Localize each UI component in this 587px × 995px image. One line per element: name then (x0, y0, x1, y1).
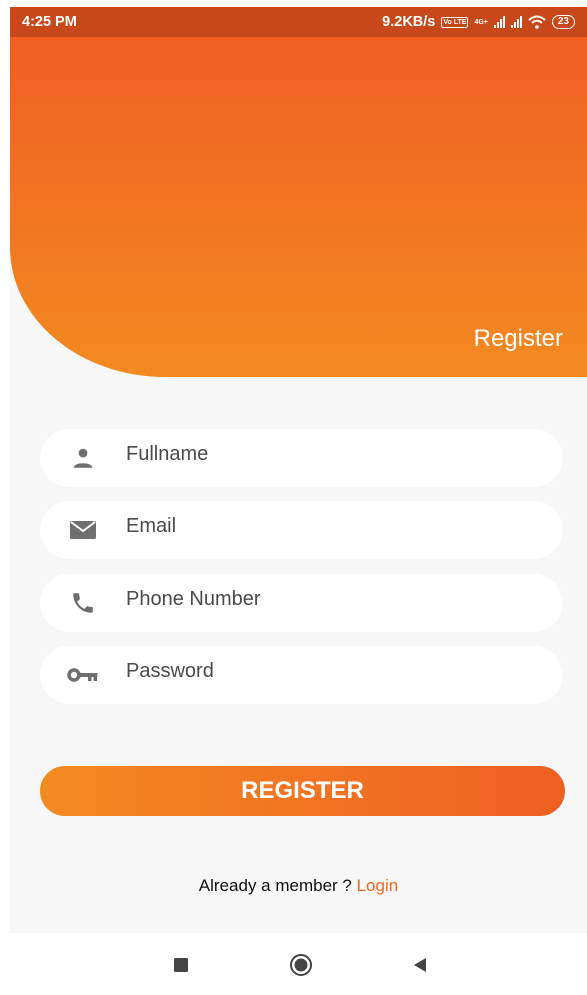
app-screen: 4:25 PM 9.2KB/s Vo LTE 4G+ 23 Register F… (10, 7, 587, 933)
fullname-input[interactable] (126, 442, 526, 466)
phone-icon (40, 590, 126, 616)
signal-icon-sim2 (510, 16, 522, 28)
home-icon[interactable] (289, 953, 313, 977)
wifi-icon (528, 15, 546, 29)
navigation-bar (0, 933, 587, 995)
back-icon[interactable] (408, 953, 432, 977)
header-banner: Register (10, 37, 587, 377)
status-icons: 9.2KB/s Vo LTE 4G+ 23 (382, 14, 575, 30)
status-bar: 4:25 PM 9.2KB/s Vo LTE 4G+ 23 (10, 7, 587, 37)
recent-apps-icon[interactable] (169, 953, 193, 977)
person-icon (40, 445, 126, 471)
password-field[interactable] (40, 646, 563, 704)
password-input[interactable] (126, 659, 526, 683)
login-prompt-text: Already a member ? (198, 876, 357, 895)
network-speed: 9.2KB/s (382, 14, 436, 30)
login-link[interactable]: Login (357, 876, 399, 895)
login-prompt: Already a member ? Login (10, 876, 587, 896)
fullname-field[interactable] (40, 429, 563, 487)
phone-input[interactable] (126, 587, 526, 611)
register-button[interactable]: REGISTER (40, 766, 565, 816)
email-input[interactable] (126, 514, 526, 538)
phone-field[interactable] (40, 574, 563, 632)
key-icon (40, 666, 126, 684)
volte-icon: Vo LTE (441, 16, 469, 28)
email-field[interactable] (40, 501, 563, 559)
status-time: 4:25 PM (22, 14, 77, 30)
battery-icon: 23 (551, 15, 575, 29)
page-title: Register (473, 325, 563, 352)
network-type: 4G+ (474, 18, 488, 26)
email-icon (40, 519, 126, 541)
signal-icon (493, 16, 505, 28)
